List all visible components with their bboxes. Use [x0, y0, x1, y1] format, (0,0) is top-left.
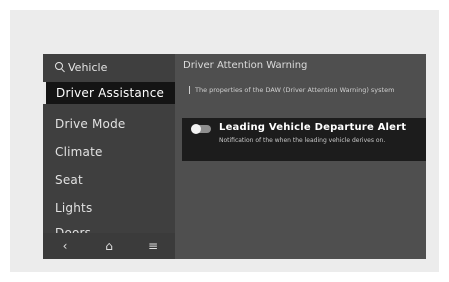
sidebar-item-label: Lights: [55, 201, 93, 215]
sidebar-item-label: Drive Mode: [55, 117, 126, 131]
page-title: Driver Attention Warning: [183, 60, 308, 71]
sidebar-item-drive-mode[interactable]: Drive Mode: [43, 113, 175, 135]
setting-subtitle: Notification of the when the leading veh…: [219, 137, 386, 144]
search-label: Vehicle: [68, 60, 108, 74]
search-icon: [55, 62, 63, 70]
sidebar: Vehicle Driver Assistance Drive Mode Cli…: [43, 54, 175, 259]
description-text: The properties of the DAW (Driver Attent…: [189, 86, 415, 94]
sidebar-item-seat[interactable]: Seat: [43, 169, 175, 191]
setting-title: Leading Vehicle Departure Alert: [219, 122, 407, 133]
sidebar-item-driver-assistance[interactable]: Driver Assistance: [43, 82, 175, 104]
home-icon[interactable]: ⌂: [94, 239, 124, 253]
setting-card-leading-vehicle-departure-alert[interactable]: Leading Vehicle Departure Alert Notifica…: [182, 118, 426, 161]
sidebar-item-climate[interactable]: Climate: [43, 141, 175, 163]
infotainment-screen: Vehicle Driver Assistance Drive Mode Cli…: [43, 54, 426, 259]
bottom-nav-bar: ‹ ⌂ ≡: [43, 233, 175, 259]
sidebar-item-lights[interactable]: Lights: [43, 197, 175, 219]
vehicle-search[interactable]: Vehicle: [55, 58, 107, 76]
menu-icon[interactable]: ≡: [138, 239, 168, 253]
sidebar-item-label: Seat: [55, 173, 83, 187]
device-frame: Vehicle Driver Assistance Drive Mode Cli…: [10, 10, 439, 272]
sidebar-item-label: Climate: [55, 145, 103, 159]
back-icon[interactable]: ‹: [50, 239, 80, 253]
sidebar-item-label: Driver Assistance: [56, 86, 165, 100]
alert-toggle-switch[interactable]: [191, 124, 211, 134]
